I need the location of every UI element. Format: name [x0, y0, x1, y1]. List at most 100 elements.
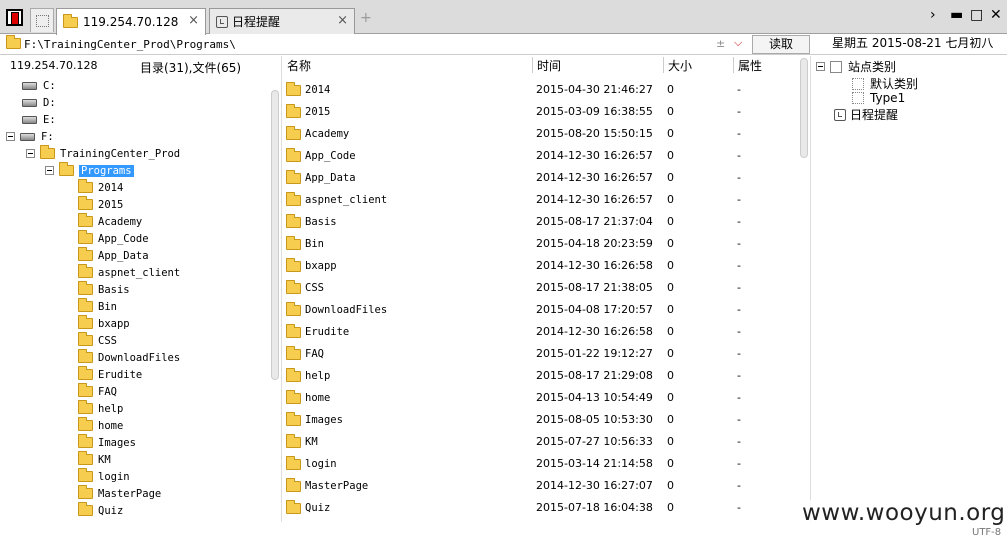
- folder-icon: [78, 230, 93, 244]
- file-row[interactable]: FAQ 2015-01-22 19:12:27 0 -: [282, 343, 797, 365]
- tree-folder[interactable]: aspnet_client: [78, 264, 180, 281]
- tree-drive[interactable]: F:: [6, 128, 54, 145]
- file-attr: -: [737, 303, 741, 316]
- tab-reminder[interactable]: 日程提醒 ×: [209, 8, 355, 34]
- folder-icon: [286, 104, 301, 118]
- close-icon[interactable]: ×: [188, 13, 199, 28]
- category-item[interactable]: Type1: [852, 91, 905, 105]
- file-row[interactable]: DownloadFiles 2015-04-08 17:20:57 0 -: [282, 299, 797, 321]
- collapse-icon[interactable]: [816, 62, 825, 71]
- file-row[interactable]: bxapp 2014-12-30 16:26:58 0 -: [282, 255, 797, 277]
- minimize-button[interactable]: ▬: [950, 7, 963, 23]
- tree-folder[interactable]: Bin: [78, 298, 117, 315]
- file-time: 2014-12-30 16:26:57: [536, 149, 653, 162]
- collapse-icon[interactable]: [45, 166, 54, 175]
- tree-folder[interactable]: 2015: [78, 196, 123, 213]
- folder-label: help: [98, 402, 124, 415]
- path-input[interactable]: F:\TrainingCenter_Prod\Programs\: [24, 38, 236, 51]
- tree-drive[interactable]: C:: [22, 77, 56, 94]
- tree-folder[interactable]: TrainingCenter_Prod: [26, 145, 180, 162]
- chevron-down-icon[interactable]: ⌵: [734, 36, 742, 50]
- tree-folder[interactable]: App_Data: [78, 247, 149, 264]
- tree-folder[interactable]: FAQ: [78, 383, 117, 400]
- tree-folder[interactable]: login: [78, 468, 130, 485]
- file-size: 0: [667, 325, 674, 338]
- tab-blank[interactable]: [30, 8, 54, 32]
- file-row[interactable]: KM 2015-07-27 10:56:33 0 -: [282, 431, 797, 453]
- category-root[interactable]: 站点类别: [816, 58, 896, 75]
- file-row[interactable]: help 2015-08-17 21:29:08 0 -: [282, 365, 797, 387]
- tree-folder[interactable]: home: [78, 417, 123, 434]
- file-row[interactable]: 2015 2015-03-09 16:38:55 0 -: [282, 101, 797, 123]
- file-row[interactable]: Academy 2015-08-20 15:50:15 0 -: [282, 123, 797, 145]
- close-icon[interactable]: ×: [337, 13, 348, 28]
- file-time: 2015-08-05 10:53:30: [536, 413, 653, 426]
- file-row[interactable]: 2014 2015-04-30 21:46:27 0 -: [282, 79, 797, 101]
- tree-drive[interactable]: E:: [22, 111, 56, 128]
- collapse-icon[interactable]: [6, 132, 15, 141]
- file-time: 2015-04-18 20:23:59: [536, 237, 653, 250]
- folder-icon: [78, 213, 93, 227]
- encoding-status: UTF-8: [972, 527, 1002, 538]
- tree-folder-selected[interactable]: Programs: [45, 162, 134, 179]
- col-header-attr[interactable]: 属性: [738, 57, 762, 75]
- tree-folder[interactable]: KM: [78, 451, 111, 468]
- new-tab-button[interactable]: +: [360, 10, 372, 26]
- tab-host[interactable]: 119.254.70.128 ×: [56, 8, 206, 35]
- tree-folder[interactable]: help: [78, 400, 123, 417]
- file-time: 2015-08-20 15:50:15: [536, 127, 653, 140]
- read-button[interactable]: 读取: [752, 35, 810, 54]
- tree-scrollbar[interactable]: [271, 90, 279, 380]
- close-window-button[interactable]: ✕: [990, 7, 1002, 23]
- tree-folder[interactable]: bxapp: [78, 315, 130, 332]
- file-row[interactable]: App_Code 2014-12-30 16:26:57 0 -: [282, 145, 797, 167]
- collapse-icon[interactable]: [26, 149, 35, 158]
- file-row[interactable]: Erudite 2014-12-30 16:26:58 0 -: [282, 321, 797, 343]
- file-row[interactable]: Images 2015-08-05 10:53:30 0 -: [282, 409, 797, 431]
- file-row[interactable]: Quiz 2015-07-18 16:04:38 0 -: [282, 497, 797, 519]
- file-row[interactable]: aspnet_client 2014-12-30 16:26:57 0 -: [282, 189, 797, 211]
- col-header-time[interactable]: 时间: [537, 57, 561, 75]
- folder-label: TrainingCenter_Prod: [60, 147, 181, 160]
- chevron-right-icon[interactable]: ›: [930, 7, 936, 23]
- file-time: 2014-12-30 16:26:57: [536, 171, 653, 184]
- tree-folder[interactable]: Quiz: [78, 502, 123, 519]
- file-row[interactable]: App_Data 2014-12-30 16:26:57 0 -: [282, 167, 797, 189]
- tree-folder[interactable]: App_Code: [78, 230, 149, 247]
- app-menu-button[interactable]: [6, 9, 23, 26]
- file-size: 0: [667, 149, 674, 162]
- folder-icon: [286, 170, 301, 184]
- list-scrollbar[interactable]: [800, 58, 808, 158]
- file-row[interactable]: home 2015-04-13 10:54:49 0 -: [282, 387, 797, 409]
- tree-folder[interactable]: MasterPage: [78, 485, 161, 502]
- file-row[interactable]: MasterPage 2014-12-30 16:27:07 0 -: [282, 475, 797, 497]
- dir-file-counts: 目录(31),文件(65): [140, 61, 242, 75]
- file-row[interactable]: login 2015-03-14 21:14:58 0 -: [282, 453, 797, 475]
- tree-folder[interactable]: CSS: [78, 332, 117, 349]
- tree-folder[interactable]: Basis: [78, 281, 130, 298]
- file-row[interactable]: Basis 2015-08-17 21:37:04 0 -: [282, 211, 797, 233]
- file-time: 2015-08-17 21:37:04: [536, 215, 653, 228]
- col-header-name[interactable]: 名称: [287, 57, 311, 75]
- tree-folder[interactable]: DownloadFiles: [78, 349, 180, 366]
- folder-label: Quiz: [98, 504, 124, 517]
- folder-icon: [78, 264, 93, 278]
- file-name: Images: [305, 414, 343, 426]
- tree-folder[interactable]: Academy: [78, 213, 142, 230]
- category-item[interactable]: 默认类别: [852, 75, 918, 92]
- file-size: 0: [667, 479, 674, 492]
- spinner-icon[interactable]: ±: [716, 37, 725, 50]
- reminder-item[interactable]: 日程提醒: [834, 106, 898, 123]
- col-header-size[interactable]: 大小: [668, 57, 692, 75]
- tree-folder[interactable]: Erudite: [78, 366, 142, 383]
- tab-host-label: 119.254.70.128: [83, 15, 179, 29]
- folder-label: DownloadFiles: [98, 351, 181, 364]
- tree-folder[interactable]: Images: [78, 434, 136, 451]
- tree-drive[interactable]: D:: [22, 94, 56, 111]
- file-row[interactable]: Bin 2015-04-18 20:23:59 0 -: [282, 233, 797, 255]
- maximize-button[interactable]: □: [970, 7, 983, 23]
- file-name: 2014: [305, 84, 331, 96]
- file-row[interactable]: CSS 2015-08-17 21:38:05 0 -: [282, 277, 797, 299]
- divider: [810, 56, 811, 522]
- tree-folder[interactable]: 2014: [78, 179, 123, 196]
